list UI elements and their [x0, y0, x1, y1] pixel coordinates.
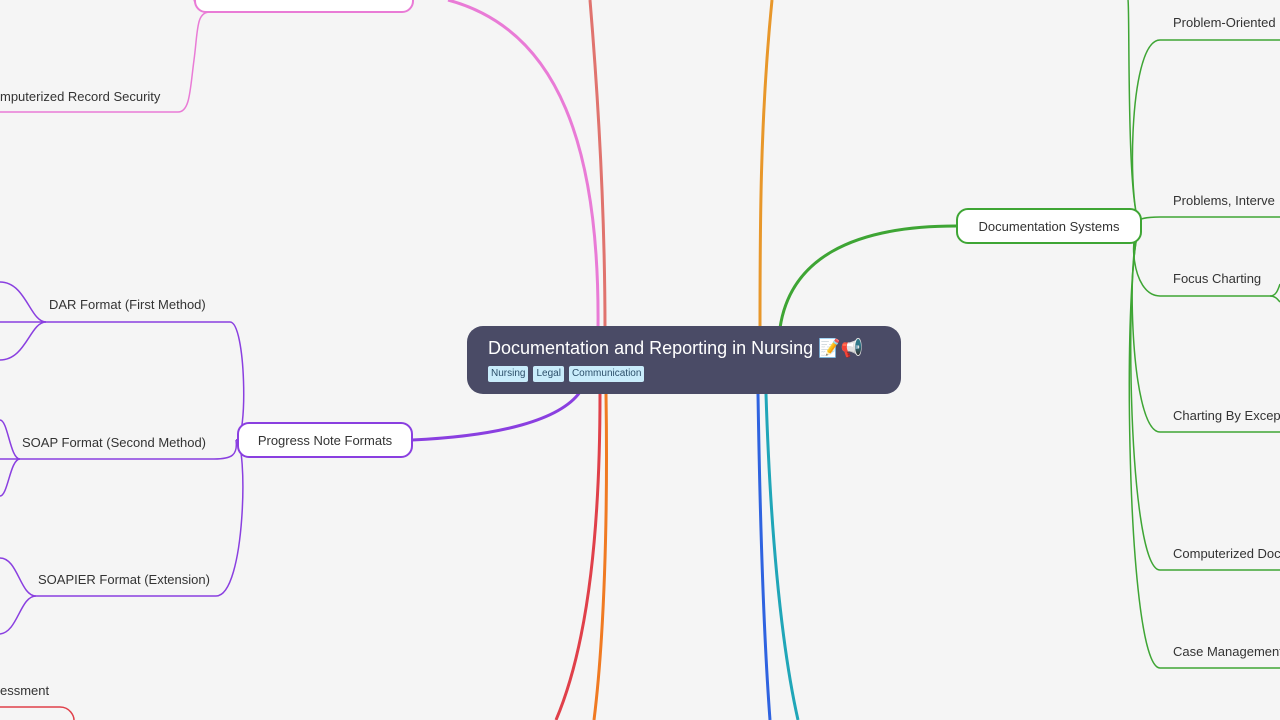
case-management-label[interactable]: Case Management — [1173, 644, 1280, 660]
link-dar-leaf-1 — [0, 281, 47, 323]
link-pink-trunk — [447, 0, 600, 331]
charting-by-exception-label[interactable]: Charting By Excep — [1173, 408, 1280, 424]
root-title-text: Documentation and Reporting in Nursing — [488, 338, 814, 358]
soapier-format-label[interactable]: SOAPIER Format (Extension) — [38, 572, 210, 588]
tag-legal[interactable]: Legal — [533, 366, 564, 382]
link-green-exception — [1131, 225, 1280, 433]
link-soapier-leaf-2 — [0, 595, 37, 635]
problem-oriented-label[interactable]: Problem-Oriented — [1173, 15, 1276, 31]
link-green-case-management — [1128, 225, 1280, 669]
mind-map-canvas: mputerized Record Security Progress Note… — [0, 0, 1280, 720]
link-purple-trunk — [411, 391, 582, 442]
computerized-record-security-label[interactable]: mputerized Record Security — [0, 89, 160, 105]
root-node[interactable]: Documentation and Reporting in Nursing 📝… — [467, 326, 901, 394]
pink-branch-node[interactable] — [194, 0, 414, 13]
memo-megaphone-icon: 📝📢 — [818, 338, 864, 358]
link-green-problems-interventions — [1134, 216, 1280, 227]
link-green-trunk — [778, 224, 957, 329]
progress-note-formats-node[interactable]: Progress Note Formats — [237, 422, 413, 458]
link-red-trunk — [554, 393, 602, 720]
assessment-label[interactable]: essment — [0, 683, 49, 699]
link-teal-trunk — [764, 393, 800, 720]
tag-nursing[interactable]: Nursing — [488, 366, 529, 382]
link-amber-trunk — [758, 0, 774, 331]
link-purple-dar — [46, 321, 245, 441]
focus-charting-label[interactable]: Focus Charting — [1173, 271, 1261, 287]
link-red-assessment — [0, 706, 75, 720]
soap-format-label[interactable]: SOAP Format (Second Method) — [22, 435, 206, 451]
link-green-focus-tail — [1269, 295, 1280, 303]
root-title: Documentation and Reporting in Nursing 📝… — [488, 337, 881, 359]
problems-interventions-label[interactable]: Problems, Interve — [1173, 193, 1275, 209]
link-green-top — [1127, 0, 1143, 227]
link-soap-leaf-3 — [0, 458, 21, 497]
link-soapier-leaf-1 — [0, 557, 37, 597]
root-tags: Nursing Legal Communication — [488, 366, 881, 382]
link-soap-leaf-1 — [0, 419, 21, 460]
tag-communication[interactable]: Communication — [568, 366, 645, 382]
documentation-systems-node[interactable]: Documentation Systems — [956, 208, 1142, 244]
dar-format-label[interactable]: DAR Format (First Method) — [49, 297, 206, 313]
computerized-documentation-label[interactable]: Computerized Doc — [1173, 546, 1280, 562]
link-dar-leaf-3 — [0, 321, 47, 361]
